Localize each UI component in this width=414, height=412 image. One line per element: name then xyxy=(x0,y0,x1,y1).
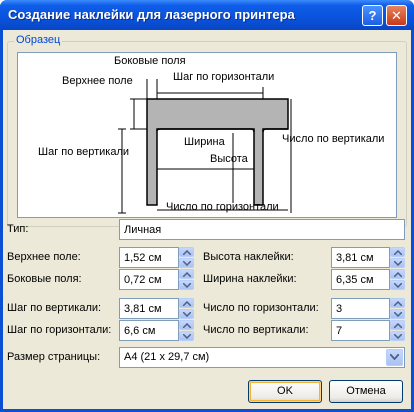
window-title: Создание наклейки для лазерного принтера xyxy=(8,7,295,22)
title-bar[interactable]: Создание наклейки для лазерного принтера… xyxy=(0,0,414,30)
top-margin-label: Верхнее поле: xyxy=(7,251,81,263)
vertical-pitch-input[interactable]: 3,81 см xyxy=(119,298,179,319)
diagram-label-number-across: Число по горизонтали xyxy=(166,201,279,213)
top-margin-down-button[interactable] xyxy=(179,258,194,268)
label-width-down-button[interactable] xyxy=(390,280,405,290)
diagram-label-side-margin: Боковые поля xyxy=(114,55,186,67)
page-size-label: Размер страницы: xyxy=(7,351,101,363)
diagram-label-vertical-pitch: Шаг по вертикали xyxy=(38,146,130,158)
number-across-input[interactable]: 3 xyxy=(331,298,390,319)
vertical-pitch-label: Шаг по вертикали: xyxy=(7,302,102,314)
label-height-label: Высота наклейки: xyxy=(203,251,294,263)
page-size-value: A4 (21 x 29,7 см) xyxy=(124,351,210,363)
top-margin-input[interactable]: 1,52 см xyxy=(119,247,179,268)
number-down-input[interactable]: 7 xyxy=(331,320,390,341)
diagram-label-horizontal-pitch-top: Шаг по горизонтали xyxy=(173,71,275,83)
horizontal-pitch-down-button[interactable] xyxy=(179,331,194,341)
horizontal-pitch-spinner[interactable] xyxy=(179,320,194,341)
type-label: Тип: xyxy=(7,223,29,235)
label-height-up-button[interactable] xyxy=(390,247,405,257)
label-width-spinner[interactable] xyxy=(390,269,405,290)
top-margin-up-button[interactable] xyxy=(179,247,194,257)
help-button[interactable]: ? xyxy=(362,5,383,26)
number-across-down-button[interactable] xyxy=(390,309,405,319)
label-height-spinner[interactable] xyxy=(390,247,405,268)
number-down-label: Число по вертикали: xyxy=(203,324,309,336)
top-margin-spinner[interactable] xyxy=(179,247,194,268)
label-width-up-button[interactable] xyxy=(390,269,405,279)
horizontal-pitch-input[interactable]: 6,6 см xyxy=(119,320,179,341)
sample-group: Образец Боковые поля Шаг по горизонтали … xyxy=(7,34,407,227)
number-down-spinner[interactable] xyxy=(390,320,405,341)
vertical-pitch-spinner[interactable] xyxy=(179,298,194,319)
number-down-down-button[interactable] xyxy=(390,331,405,341)
horizontal-pitch-up-button[interactable] xyxy=(179,320,194,330)
number-across-up-button[interactable] xyxy=(390,298,405,308)
label-width-input[interactable]: 6,35 см xyxy=(331,269,390,290)
diagram-label-width: Ширина xyxy=(184,136,225,148)
number-across-label: Число по горизонтали: xyxy=(203,302,319,314)
side-margin-up-button[interactable] xyxy=(179,269,194,279)
horizontal-pitch-label: Шаг по горизонтали: xyxy=(7,324,112,336)
label-diagram: Боковые поля Шаг по горизонтали Верхнее … xyxy=(17,52,397,218)
side-margin-input[interactable]: 0,72 см xyxy=(119,269,179,290)
page-size-select[interactable]: A4 (21 x 29,7 см) xyxy=(119,347,405,368)
vertical-pitch-down-button[interactable] xyxy=(179,309,194,319)
side-margin-label: Боковые поля: xyxy=(7,273,82,285)
close-button[interactable]: ✕ xyxy=(386,5,407,26)
vertical-pitch-up-button[interactable] xyxy=(179,298,194,308)
ok-button[interactable]: OK xyxy=(248,380,322,403)
sample-group-label: Образец xyxy=(14,34,63,46)
label-height-down-button[interactable] xyxy=(390,258,405,268)
side-margin-spinner[interactable] xyxy=(179,269,194,290)
diagram-label-height: Высота xyxy=(210,153,248,165)
dialog-window: Создание наклейки для лазерного принтера… xyxy=(0,0,414,412)
label-height-input[interactable]: 3,81 см xyxy=(331,247,390,268)
type-input[interactable]: Личная xyxy=(119,219,405,240)
side-margin-down-button[interactable] xyxy=(179,280,194,290)
chevron-down-icon[interactable] xyxy=(386,349,403,366)
label-width-label: Ширина наклейки: xyxy=(203,273,297,285)
diagram-label-top-margin: Верхнее поле xyxy=(62,75,133,87)
dialog-body: Образец Боковые поля Шаг по горизонтали … xyxy=(3,30,411,409)
diagram-label-number-down: Число по вертикали xyxy=(282,133,385,145)
number-across-spinner[interactable] xyxy=(390,298,405,319)
number-down-up-button[interactable] xyxy=(390,320,405,330)
cancel-button[interactable]: Отмена xyxy=(329,380,403,403)
